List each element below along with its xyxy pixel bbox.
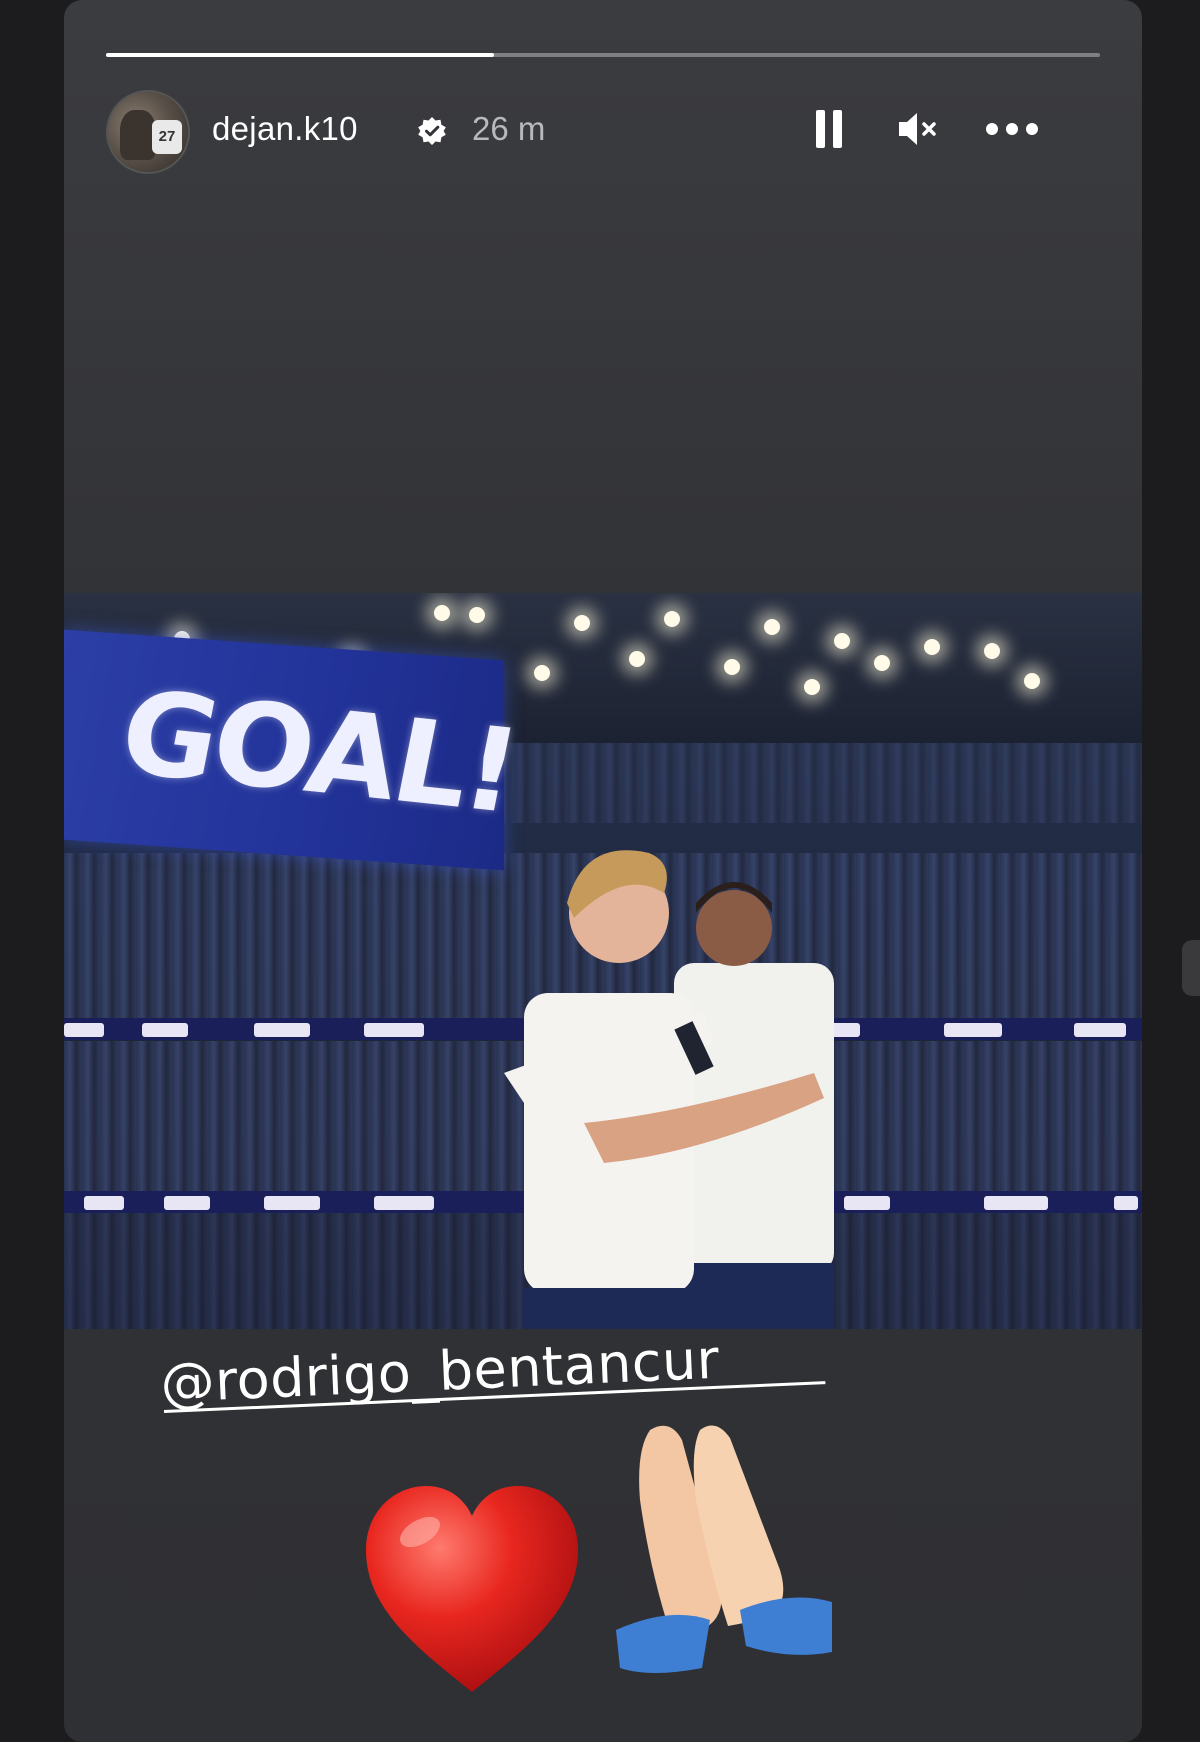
avatar-figure	[120, 110, 156, 160]
red-heart-emoji-icon	[366, 1486, 578, 1692]
pause-button[interactable]	[804, 104, 854, 154]
user-mention-sticker[interactable]: @rodrigo_bentancur	[159, 1328, 720, 1415]
speaker-muted-icon	[899, 113, 936, 145]
story-progress-fill	[106, 53, 494, 57]
avatar-jersey-number: 27	[152, 120, 182, 154]
story-photo: GOAL!	[64, 593, 1142, 1329]
username[interactable]: dejan.k10	[212, 110, 358, 148]
verified-badge-icon	[418, 117, 446, 145]
more-dot	[1006, 123, 1018, 135]
story-viewer: 27 dejan.k10 26 m GOAL! @rodrigo_bentanc…	[0, 0, 1200, 1742]
pause-icon-bar	[833, 110, 842, 148]
avatar[interactable]: 27	[106, 90, 190, 174]
timestamp: 26 m	[472, 110, 546, 147]
story-header: 27 dejan.k10 26 m	[106, 90, 1100, 176]
story-card[interactable]: 27 dejan.k10 26 m GOAL! @rodrigo_bentanc…	[64, 0, 1142, 1742]
mute-button[interactable]	[890, 104, 946, 154]
more-options-button[interactable]	[976, 104, 1048, 154]
more-horizontal-icon	[986, 123, 998, 135]
story-progress-bar	[106, 53, 1100, 57]
more-dot	[1026, 123, 1038, 135]
folded-hands-emoji-icon	[616, 1425, 832, 1673]
players-celebrating	[504, 850, 834, 1329]
next-story-handle[interactable]	[1182, 940, 1200, 996]
pause-icon	[816, 110, 825, 148]
